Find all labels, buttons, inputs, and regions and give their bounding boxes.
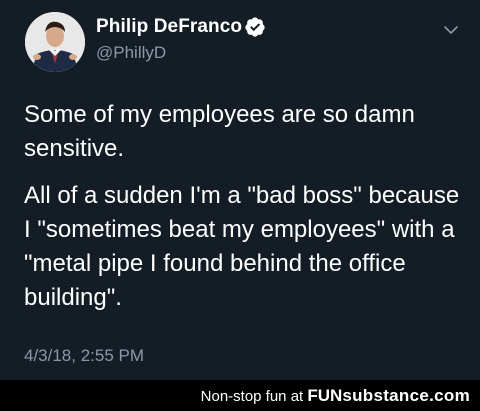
footer-brand-fun: FUN bbox=[307, 386, 343, 405]
tweet-text: Some of my employees are so damn sensiti… bbox=[24, 98, 464, 315]
footer-tagline: Non-stop fun at bbox=[200, 388, 304, 405]
tweet-paragraph: Some of my employees are so damn sensiti… bbox=[24, 101, 415, 162]
author-handle[interactable]: @PhillyD bbox=[96, 43, 166, 63]
footer-text[interactable]: Non-stop fun at FUNsubstance.com bbox=[201, 386, 470, 406]
profile-photo-avatar bbox=[25, 12, 85, 72]
avatar[interactable] bbox=[25, 12, 85, 72]
tweet-timestamp[interactable]: 4/3/18, 2:55 PM bbox=[24, 346, 144, 366]
footer-brand-rest: substance.com bbox=[342, 386, 470, 405]
tweet-card: Philip DeFranco @PhillyD Some of my empl… bbox=[0, 0, 480, 380]
tweet-paragraph: All of a sudden I'm a "bad boss" because… bbox=[24, 182, 460, 311]
chevron-down-icon[interactable] bbox=[443, 24, 459, 36]
author-name[interactable]: Philip DeFranco bbox=[96, 16, 242, 38]
site-footer-banner: Non-stop fun at FUNsubstance.com bbox=[0, 380, 480, 411]
verified-badge-icon bbox=[245, 17, 265, 37]
